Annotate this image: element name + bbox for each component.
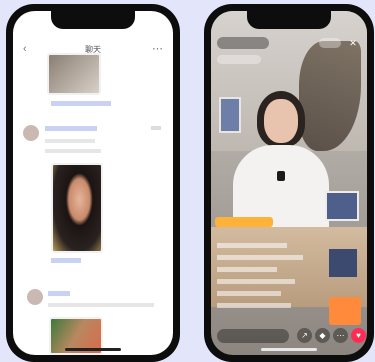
heart-icon[interactable]: ♥ — [351, 328, 366, 343]
notch — [247, 11, 331, 29]
chat-screen: ‹ 聊天 ⋯ — [13, 11, 173, 355]
viewer-avatars[interactable] — [319, 38, 341, 48]
more-icon[interactable]: ⋯ — [333, 328, 348, 343]
live-tag[interactable] — [217, 55, 261, 64]
message-text — [45, 149, 101, 153]
home-indicator — [65, 348, 121, 351]
product-card[interactable] — [329, 297, 361, 325]
comment-line — [217, 279, 295, 284]
live-screen: ✕ ↗ ◆ ⋯ ♥ — [211, 11, 367, 355]
photo-caption[interactable] — [51, 258, 81, 263]
image-message[interactable] — [47, 53, 101, 95]
phone-left: ‹ 聊天 ⋯ — [6, 4, 180, 362]
message-text — [48, 303, 154, 307]
more-icon[interactable]: ⋯ — [152, 42, 163, 55]
promo-banner[interactable] — [215, 217, 273, 227]
close-icon[interactable]: ✕ — [347, 37, 359, 49]
sender-name — [48, 291, 70, 296]
notch — [51, 11, 135, 29]
comment-line — [217, 291, 281, 296]
message-text — [45, 139, 95, 143]
host-face — [264, 99, 298, 143]
comment-line — [217, 303, 291, 308]
photo-message[interactable] — [51, 163, 103, 253]
bottom-bar: ↗ ◆ ⋯ ♥ — [217, 327, 366, 345]
share-icon[interactable]: ↗ — [297, 328, 312, 343]
avatar[interactable] — [23, 125, 39, 141]
comment-line — [217, 267, 277, 272]
product-box — [219, 97, 241, 133]
message-time — [151, 126, 161, 130]
avatar[interactable] — [27, 289, 43, 305]
home-indicator — [261, 348, 317, 351]
comment-input[interactable] — [217, 329, 289, 343]
product-box — [329, 249, 357, 277]
product-box — [325, 191, 359, 221]
message-link[interactable] — [51, 101, 111, 106]
host-mic — [277, 171, 285, 181]
phone-right: ✕ ↗ ◆ ⋯ ♥ — [204, 4, 374, 362]
host-info-pill[interactable] — [217, 37, 269, 49]
sender-name — [45, 126, 97, 131]
gift-icon[interactable]: ◆ — [315, 328, 330, 343]
comment-line — [217, 255, 303, 260]
comment-line — [217, 243, 287, 248]
